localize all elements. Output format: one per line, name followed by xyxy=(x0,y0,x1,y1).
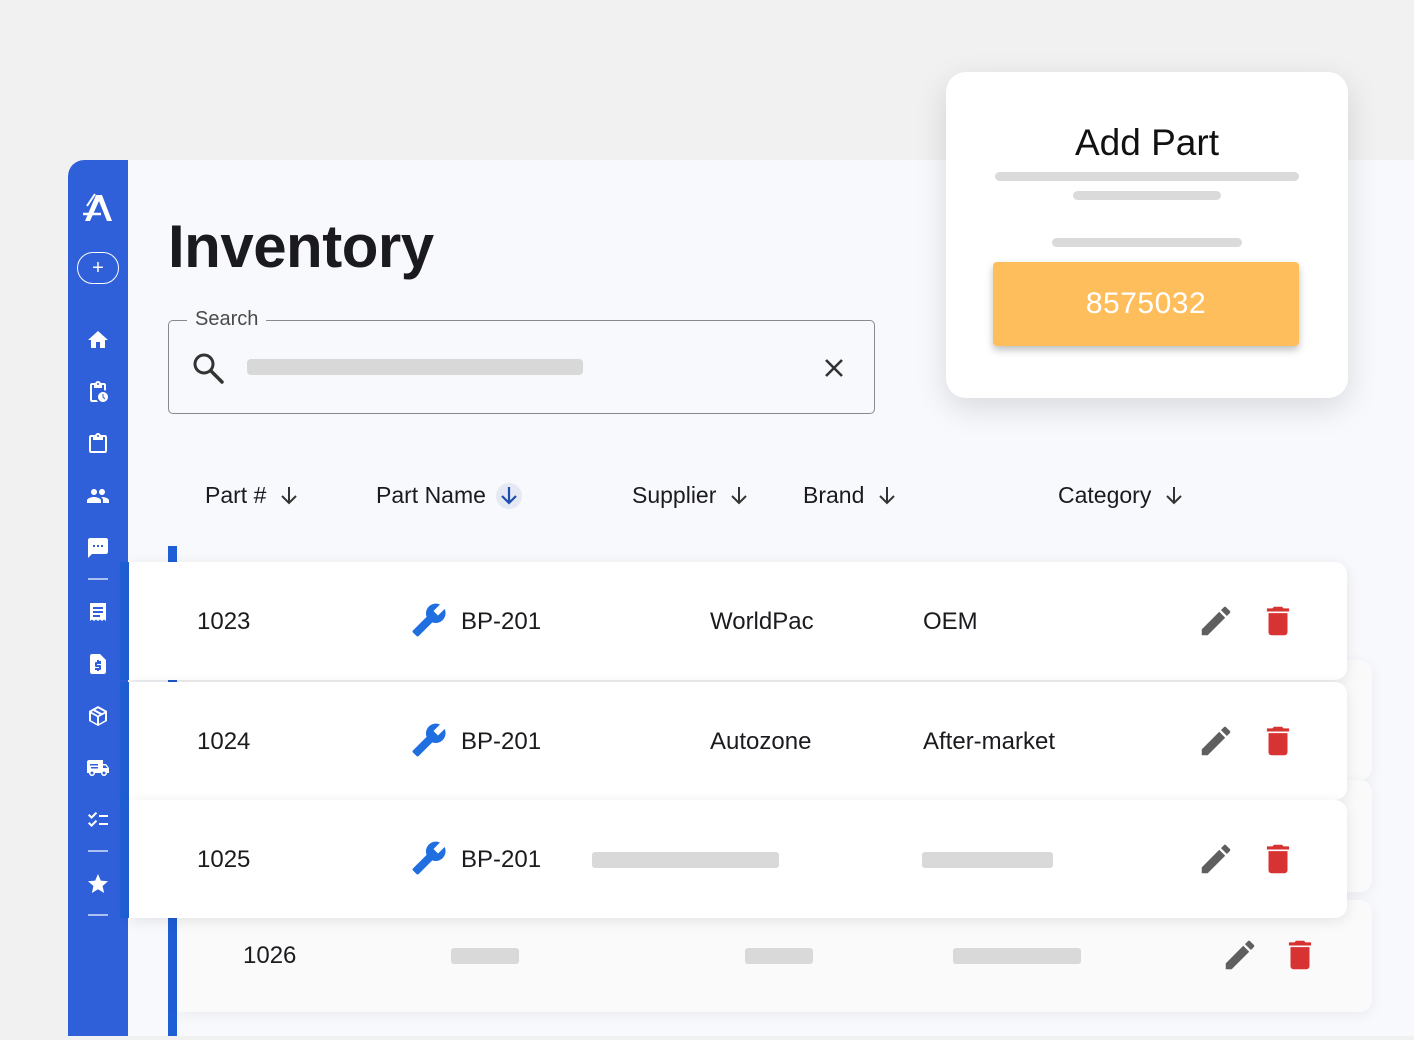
dialog-title: Add Part xyxy=(1075,122,1219,163)
delete-trash-icon[interactable] xyxy=(1259,602,1297,640)
part-name-placeholder xyxy=(451,948,519,964)
sidebar: + xyxy=(68,160,128,1036)
clear-icon[interactable] xyxy=(821,355,847,381)
supplier-cell: WorldPac xyxy=(710,608,814,635)
column-label: Brand xyxy=(803,482,865,508)
column-label: Part Name xyxy=(376,482,486,508)
arrow-down-icon[interactable] xyxy=(276,483,302,509)
clipboard-clock-icon[interactable] xyxy=(86,380,110,404)
arrow-down-icon[interactable] xyxy=(1161,483,1187,509)
column-label: Part # xyxy=(205,482,267,508)
clipboard-icon[interactable] xyxy=(86,432,110,456)
column-header-part-name[interactable]: Part Name xyxy=(376,482,522,509)
arrow-down-icon[interactable] xyxy=(495,482,522,509)
edit-pencil-icon[interactable] xyxy=(1197,722,1235,760)
part-number-cell: 1023 xyxy=(197,608,251,635)
sidebar-divider xyxy=(88,578,108,580)
part-name-cell: BP-201 xyxy=(461,728,542,755)
delivery-truck-icon[interactable] xyxy=(86,756,110,780)
brand-cell: OEM xyxy=(923,608,978,635)
star-icon[interactable] xyxy=(86,872,110,896)
row-accent xyxy=(120,562,129,680)
text-placeholder-line xyxy=(995,172,1299,181)
sidebar-divider xyxy=(88,914,108,916)
supplier-placeholder xyxy=(592,852,779,868)
column-header-category[interactable]: Category xyxy=(1058,482,1187,509)
row-accent xyxy=(120,800,129,918)
wrench-icon xyxy=(412,841,446,875)
people-icon[interactable] xyxy=(86,484,110,508)
delete-trash-icon[interactable] xyxy=(1281,936,1319,974)
add-part-button[interactable]: 8575032 xyxy=(993,262,1299,346)
text-placeholder-line xyxy=(1073,191,1221,200)
delete-trash-icon[interactable] xyxy=(1259,722,1297,760)
column-header-brand[interactable]: Brand xyxy=(803,482,900,509)
checklist-icon[interactable] xyxy=(86,808,110,832)
search-icon xyxy=(193,353,224,384)
part-name-cell: BP-201 xyxy=(461,608,542,635)
column-label: Category xyxy=(1058,482,1152,508)
part-number-cell: 1025 xyxy=(197,846,251,873)
chat-icon[interactable] xyxy=(86,536,110,560)
edit-pencil-icon[interactable] xyxy=(1221,936,1259,974)
wrench-icon xyxy=(412,603,446,637)
column-label: Supplier xyxy=(632,482,717,508)
wrench-icon xyxy=(412,723,446,757)
package-icon[interactable] xyxy=(86,704,110,728)
part-number-cell: 1026 xyxy=(243,942,297,969)
sidebar-divider xyxy=(88,850,108,852)
search-input[interactable] xyxy=(247,359,583,375)
brand-cell: After-market xyxy=(923,728,1056,755)
row-accent xyxy=(168,1012,177,1036)
receipt-icon[interactable] xyxy=(86,600,110,624)
column-header-part-number[interactable]: Part # xyxy=(205,482,302,509)
table-row[interactable]: 1023 BP-201 WorldPac OEM xyxy=(129,562,1347,680)
row-accent xyxy=(120,682,129,800)
supplier-cell: Autozone xyxy=(710,728,812,755)
brand-placeholder xyxy=(953,948,1081,964)
part-name-cell: BP-201 xyxy=(461,846,542,873)
brand-placeholder xyxy=(922,852,1053,868)
page-title: Inventory xyxy=(168,213,434,280)
edit-pencil-icon[interactable] xyxy=(1197,840,1235,878)
delete-trash-icon[interactable] xyxy=(1259,840,1297,878)
supplier-placeholder xyxy=(745,948,813,964)
table-row[interactable]: 1025 BP-201 xyxy=(129,800,1347,918)
home-icon[interactable] xyxy=(86,328,110,352)
search-field[interactable]: Search xyxy=(168,308,875,414)
part-number-cell: 1024 xyxy=(197,728,251,755)
table-row[interactable]: 1024 BP-201 Autozone After-market xyxy=(129,682,1347,800)
edit-pencil-icon[interactable] xyxy=(1197,602,1235,640)
arrow-down-icon[interactable] xyxy=(726,483,752,509)
search-label: Search xyxy=(187,308,267,331)
plus-circle-icon[interactable]: + xyxy=(77,252,119,284)
arrow-down-icon[interactable] xyxy=(874,483,900,509)
text-placeholder-line xyxy=(1052,238,1242,247)
invoice-dollar-icon[interactable] xyxy=(86,652,110,676)
add-part-dialog: Add Part 8575032 xyxy=(946,72,1348,398)
app-logo-icon[interactable] xyxy=(81,190,115,224)
column-header-supplier[interactable]: Supplier xyxy=(632,482,752,509)
